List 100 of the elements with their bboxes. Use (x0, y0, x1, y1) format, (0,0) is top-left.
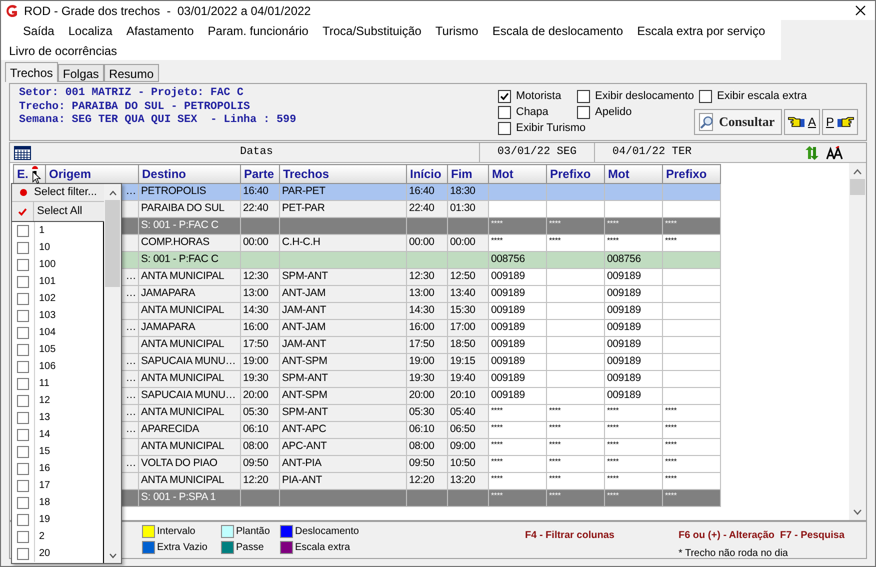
checkbox-label: Exibir escala extra (717, 88, 807, 104)
tab[interactable]: Folgas (58, 64, 104, 82)
tab[interactable]: Resumo (104, 64, 159, 82)
column-header[interactable]: Origem (46, 164, 138, 184)
consultar-button[interactable]: Consultar (694, 109, 782, 135)
menu-item[interactable]: Param. funcionário (200, 20, 316, 42)
filter-option[interactable]: 1 (34, 222, 45, 239)
table-cell: 06:10 (243, 423, 268, 436)
column-header[interactable]: Prefixo (662, 164, 720, 184)
checkbox[interactable] (17, 412, 29, 424)
column-header[interactable]: Mot (488, 164, 546, 184)
filter-option[interactable]: 104 (34, 324, 56, 341)
placeholder-mark: **** (665, 440, 677, 450)
menu-item[interactable]: Localiza (61, 20, 120, 42)
menu-item[interactable]: Afastamento (119, 20, 201, 42)
filter-option[interactable]: 17 (34, 477, 50, 494)
checkbox[interactable] (577, 106, 590, 118)
checkbox[interactable] (17, 480, 29, 492)
checkbox[interactable] (17, 344, 29, 356)
table-cell: … (126, 423, 136, 436)
filter-option[interactable]: 105 (34, 341, 56, 358)
menu-item[interactable]: Turismo (428, 20, 486, 42)
checkbox[interactable] (17, 496, 29, 508)
menu-item[interactable]: Saída (16, 20, 62, 42)
scrollbar-thumb[interactable] (850, 179, 865, 195)
column-header[interactable]: Prefixo (546, 164, 604, 184)
checkbox[interactable] (17, 242, 29, 254)
checkbox[interactable] (17, 326, 29, 338)
hint-text: F6 ou (+) - Alteração F7 - Pesquisa (678, 529, 845, 543)
filter-option[interactable]: 101 (34, 273, 56, 290)
filter-option[interactable]: 18 (34, 494, 50, 511)
column-header[interactable]: Mot (604, 164, 662, 184)
filter-option[interactable]: 11 (34, 375, 50, 392)
menu-item[interactable]: Livro de ocorrências (3, 42, 124, 60)
table-cell: 12:30 (409, 270, 434, 282)
menu-item[interactable]: Escala extra por serviço (630, 20, 772, 42)
filter-option[interactable]: 13 (34, 409, 50, 426)
scroll-down-icon[interactable] (853, 509, 862, 515)
filter-option[interactable]: 10 (34, 239, 50, 256)
checkbox[interactable] (17, 530, 29, 542)
scrollbar-thumb[interactable] (105, 200, 120, 287)
checkbox[interactable] (17, 292, 29, 304)
filter-option[interactable]: 16 (34, 460, 50, 477)
checkbox[interactable] (17, 548, 29, 560)
checkbox[interactable] (17, 394, 29, 406)
checkbox[interactable] (17, 276, 29, 288)
select-filter-item[interactable]: Select filter... (12, 184, 104, 202)
checkbox[interactable] (699, 90, 712, 102)
font-size-icon[interactable] (826, 146, 844, 160)
filter-option[interactable]: 19 (34, 511, 50, 528)
filter-option[interactable]: 2 (34, 528, 45, 545)
checkbox[interactable] (498, 122, 511, 134)
close-icon[interactable] (855, 5, 866, 16)
column-header[interactable]: Trechos (280, 164, 406, 184)
checkbox[interactable] (17, 514, 29, 526)
checkbox[interactable] (17, 378, 29, 390)
checkbox[interactable] (17, 310, 29, 322)
menu-item[interactable]: Troca/Substituição (315, 20, 428, 42)
placeholder-mark: **** (549, 406, 561, 416)
tab[interactable]: Trechos (5, 62, 58, 82)
checkbox[interactable] (17, 224, 29, 236)
table-cell: 009189 (607, 389, 641, 402)
scroll-up-icon[interactable] (108, 190, 116, 196)
filter-option[interactable]: 106 (34, 358, 56, 375)
table-cell: 00:00 (409, 236, 434, 248)
menu-item[interactable]: Escala de deslocamento (485, 20, 630, 42)
checkbox[interactable] (498, 106, 511, 118)
scroll-down-icon[interactable] (108, 553, 116, 559)
checkbox[interactable] (17, 360, 29, 372)
filter-option[interactable]: 20 (34, 545, 50, 562)
scroll-up-icon[interactable] (853, 169, 862, 175)
table-cell: 05:40 (450, 406, 476, 418)
checkbox[interactable] (577, 90, 590, 102)
column-header[interactable]: Parte (240, 164, 280, 184)
calendar-icon[interactable] (14, 146, 30, 160)
filter-option[interactable]: 100 (34, 256, 56, 273)
checkbox-label: Motorista (516, 88, 562, 104)
checkbox[interactable] (17, 446, 29, 458)
select-all-item[interactable]: Select All (12, 202, 104, 222)
checkbox[interactable] (498, 90, 511, 102)
refresh-icon[interactable] (804, 144, 820, 160)
checkbox[interactable] (17, 258, 29, 270)
table-cell: 16:40 (409, 185, 434, 198)
filter-option[interactable]: 15 (34, 443, 50, 460)
table-cell: ANTA MUNICIPAL (141, 440, 224, 452)
table-cell: 22:40 (409, 202, 434, 214)
info-text: Setor: 001 MATRIZ - Projeto: FAC C (19, 87, 244, 100)
previous-button[interactable]: A (784, 109, 820, 135)
column-header[interactable]: Destino (138, 164, 240, 184)
filter-option[interactable]: 102 (34, 290, 56, 307)
next-button[interactable]: P (822, 109, 858, 135)
filter-option[interactable]: 12 (34, 392, 50, 409)
filter-option[interactable]: 14 (34, 426, 50, 443)
checkbox[interactable] (17, 462, 29, 474)
table-cell: COMP.HORAS (141, 236, 210, 248)
filter-option[interactable]: 103 (34, 307, 56, 324)
table-cell: 009189 (607, 270, 641, 282)
column-header[interactable]: Início (406, 164, 448, 184)
checkbox[interactable] (17, 428, 29, 440)
column-header[interactable]: Fim (448, 164, 488, 184)
